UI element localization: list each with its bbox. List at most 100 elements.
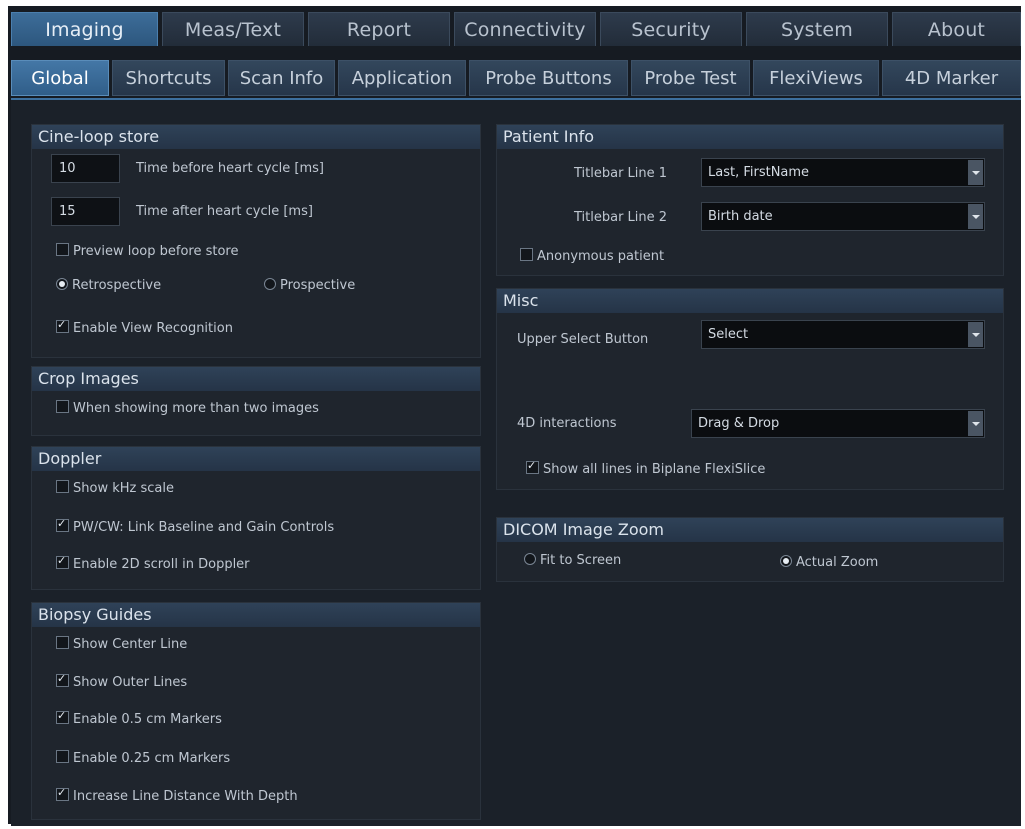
chevron-down-icon bbox=[968, 160, 983, 185]
view-recognition-label: Enable View Recognition bbox=[73, 321, 233, 336]
link-baseline-checkbox[interactable]: PW/CW: Link Baseline and Gain Controls bbox=[56, 517, 335, 535]
upper-select-value: Select bbox=[708, 327, 749, 342]
markers-025-label: Enable 0.25 cm Markers bbox=[73, 751, 231, 766]
dicom-zoom-title: DICOM Image Zoom bbox=[497, 518, 1003, 542]
increase-distance-label: Increase Line Distance With Depth bbox=[73, 789, 298, 804]
view-recognition-checkbox[interactable]: Enable View Recognition bbox=[56, 318, 233, 336]
biplane-lines-label: Show all lines in Biplane FlexiSlice bbox=[543, 462, 766, 477]
radio-dot bbox=[56, 278, 68, 290]
preview-loop-label: Preview loop before store bbox=[73, 244, 239, 259]
subtab-probe-buttons[interactable]: Probe Buttons bbox=[469, 60, 628, 96]
tab-imaging[interactable]: Imaging bbox=[11, 12, 158, 46]
radio-dot bbox=[264, 278, 276, 290]
subtab-probe-test[interactable]: Probe Test bbox=[631, 60, 750, 96]
link-baseline-label: PW/CW: Link Baseline and Gain Controls bbox=[73, 520, 335, 535]
tab-security[interactable]: Security bbox=[600, 12, 742, 46]
titlebar-line1-select[interactable]: Last, FirstName bbox=[701, 158, 985, 187]
show-khz-checkbox[interactable]: Show kHz scale bbox=[56, 480, 174, 496]
center-line-label: Show Center Line bbox=[73, 637, 188, 652]
markers-025-checkbox[interactable]: Enable 0.25 cm Markers bbox=[56, 750, 230, 766]
markers-05-label: Enable 0.5 cm Markers bbox=[73, 712, 222, 727]
radio-dot bbox=[524, 553, 536, 565]
fit-to-screen-radio[interactable]: Fit to Screen bbox=[524, 553, 621, 568]
checkbox-box bbox=[56, 554, 69, 569]
retrospective-label: Retrospective bbox=[72, 278, 162, 293]
4d-interactions-value: Drag & Drop bbox=[698, 416, 780, 431]
settings-content: Cine-loop store 10 Time before heart cyc… bbox=[11, 98, 1021, 826]
tab-meas-text[interactable]: Meas/Text bbox=[162, 12, 304, 46]
2d-scroll-label: Enable 2D scroll in Doppler bbox=[73, 557, 250, 572]
biopsy-guides-group: Biopsy Guides Show Center Line Show Oute… bbox=[31, 602, 481, 820]
doppler-group: Doppler Show kHz scale PW/CW: Link Basel… bbox=[31, 446, 481, 590]
show-khz-label: Show kHz scale bbox=[73, 481, 174, 496]
2d-scroll-checkbox[interactable]: Enable 2D scroll in Doppler bbox=[56, 554, 250, 572]
titlebar-line2-value: Birth date bbox=[708, 209, 773, 224]
settings-window: Imaging Meas/Text Report Connectivity Se… bbox=[8, 6, 1021, 826]
misc-title: Misc bbox=[497, 289, 1003, 313]
biplane-lines-checkbox[interactable]: Show all lines in Biplane FlexiSlice bbox=[526, 459, 766, 477]
preview-loop-checkbox[interactable]: Preview loop before store bbox=[56, 243, 239, 259]
checkbox-box bbox=[56, 636, 69, 649]
tab-connectivity[interactable]: Connectivity bbox=[454, 12, 596, 46]
outer-lines-label: Show Outer Lines bbox=[73, 675, 188, 690]
radio-dot bbox=[780, 555, 792, 567]
after-heart-cycle-label: Time after heart cycle [ms] bbox=[136, 204, 313, 219]
misc-group: Misc Upper Select Button Select 4D inter… bbox=[496, 288, 1004, 490]
actual-zoom-radio[interactable]: Actual Zoom bbox=[780, 555, 878, 570]
checkbox-box bbox=[56, 786, 69, 801]
retrospective-radio[interactable]: Retrospective bbox=[56, 278, 161, 293]
before-heart-cycle-label: Time before heart cycle [ms] bbox=[136, 161, 325, 176]
chevron-down-icon bbox=[968, 411, 983, 436]
crop-images-title: Crop Images bbox=[32, 367, 480, 391]
checkbox-box bbox=[520, 248, 533, 261]
subtab-global[interactable]: Global bbox=[11, 60, 109, 96]
checkbox-box bbox=[526, 459, 539, 474]
before-heart-cycle-input[interactable]: 10 bbox=[51, 154, 120, 183]
center-line-checkbox[interactable]: Show Center Line bbox=[56, 636, 187, 652]
upper-select-select[interactable]: Select bbox=[701, 320, 985, 349]
patient-info-group: Patient Info Titlebar Line 1 Last, First… bbox=[496, 124, 1004, 276]
checkbox-box bbox=[56, 750, 69, 763]
prospective-radio[interactable]: Prospective bbox=[264, 278, 355, 293]
checkbox-box bbox=[56, 318, 69, 333]
biopsy-guides-title: Biopsy Guides bbox=[32, 603, 480, 627]
checkbox-box bbox=[56, 709, 69, 724]
doppler-title: Doppler bbox=[32, 447, 480, 471]
increase-distance-checkbox[interactable]: Increase Line Distance With Depth bbox=[56, 786, 298, 804]
markers-05-checkbox[interactable]: Enable 0.5 cm Markers bbox=[56, 709, 222, 727]
prospective-label: Prospective bbox=[280, 278, 356, 293]
cine-loop-title: Cine-loop store bbox=[32, 125, 480, 149]
checkbox-box bbox=[56, 517, 69, 532]
chevron-down-icon bbox=[968, 204, 983, 229]
subtab-shortcuts[interactable]: Shortcuts bbox=[112, 60, 225, 96]
checkbox-box bbox=[56, 400, 69, 413]
titlebar-line2-select[interactable]: Birth date bbox=[701, 202, 985, 231]
patient-info-title: Patient Info bbox=[497, 125, 1003, 149]
titlebar-line1-value: Last, FirstName bbox=[708, 165, 810, 180]
sub-tab-bar: Global Shortcuts Scan Info Application P… bbox=[11, 60, 1021, 96]
after-heart-cycle-input[interactable]: 15 bbox=[51, 197, 120, 226]
chevron-down-icon bbox=[968, 322, 983, 347]
tab-system[interactable]: System bbox=[746, 12, 888, 46]
crop-more-than-two-checkbox[interactable]: When showing more than two images bbox=[56, 400, 319, 416]
main-tab-bar: Imaging Meas/Text Report Connectivity Se… bbox=[11, 12, 1021, 46]
cine-loop-group: Cine-loop store 10 Time before heart cyc… bbox=[31, 124, 481, 358]
upper-select-label: Upper Select Button bbox=[517, 332, 649, 347]
anonymous-patient-checkbox[interactable]: Anonymous patient bbox=[520, 248, 664, 264]
crop-more-than-two-label: When showing more than two images bbox=[73, 401, 319, 416]
checkbox-box bbox=[56, 480, 69, 493]
subtab-application[interactable]: Application bbox=[338, 60, 466, 96]
actual-zoom-label: Actual Zoom bbox=[796, 555, 879, 570]
crop-images-group: Crop Images When showing more than two i… bbox=[31, 366, 481, 436]
tab-report[interactable]: Report bbox=[308, 12, 450, 46]
outer-lines-checkbox[interactable]: Show Outer Lines bbox=[56, 672, 188, 690]
subtab-4d-marker[interactable]: 4D Marker bbox=[882, 60, 1021, 96]
titlebar-line1-label: Titlebar Line 1 bbox=[574, 166, 668, 181]
subtab-scan-info[interactable]: Scan Info bbox=[228, 60, 335, 96]
4d-interactions-label: 4D interactions bbox=[517, 416, 617, 431]
subtab-flexiviews[interactable]: FlexiViews bbox=[753, 60, 879, 96]
tab-about[interactable]: About bbox=[892, 12, 1021, 46]
fit-to-screen-label: Fit to Screen bbox=[540, 553, 622, 568]
4d-interactions-select[interactable]: Drag & Drop bbox=[691, 409, 985, 438]
dicom-zoom-group: DICOM Image Zoom Fit to Screen Actual Zo… bbox=[496, 517, 1004, 582]
